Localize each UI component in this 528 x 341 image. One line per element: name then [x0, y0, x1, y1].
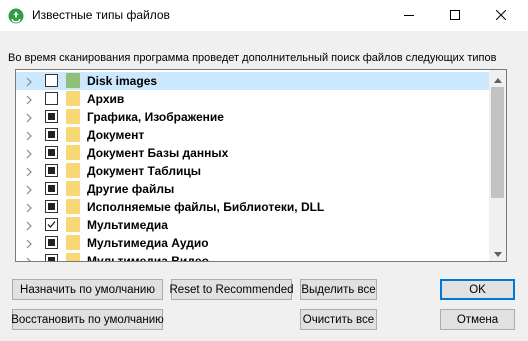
partial-check-indicator — [48, 131, 55, 138]
file-type-row[interactable]: Документ Таблицы — [16, 162, 489, 180]
expand-chevron-icon[interactable] — [24, 148, 34, 159]
file-type-row[interactable]: Мультимедиа Аудио — [16, 234, 489, 252]
folder-icon — [66, 73, 80, 88]
file-types-list[interactable]: Disk images Архив Графика, Изображение Доку… — [15, 69, 507, 262]
folder-icon — [66, 217, 80, 232]
expand-chevron-icon[interactable] — [24, 94, 34, 105]
folder-icon — [66, 253, 80, 261]
folder-icon — [66, 109, 80, 124]
expand-chevron-icon[interactable] — [24, 166, 34, 177]
file-type-label: Исполняемые файлы, Библиотеки, DLL — [87, 200, 325, 214]
file-type-checkbox[interactable] — [45, 164, 58, 177]
file-type-checkbox[interactable] — [45, 218, 58, 231]
scroll-down-icon — [493, 246, 502, 260]
file-type-checkbox[interactable] — [45, 236, 58, 249]
title-bar: Известные типы файлов — [0, 0, 528, 31]
expand-chevron-icon[interactable] — [24, 112, 34, 123]
file-type-label: Документ Таблицы — [87, 164, 201, 178]
recycle-icon — [8, 8, 24, 24]
file-type-label: Графика, Изображение — [87, 110, 224, 124]
maximize-icon — [450, 9, 460, 23]
partial-check-indicator — [48, 113, 55, 120]
file-type-checkbox[interactable] — [45, 200, 58, 213]
reset-recommended-button[interactable]: Reset to Recommended — [170, 279, 294, 300]
file-type-label: Мультимедиа Видео — [87, 254, 209, 262]
ok-button[interactable]: OK — [440, 279, 515, 300]
scroll-up-icon — [493, 72, 502, 86]
file-type-checkbox[interactable] — [45, 182, 58, 195]
file-type-row[interactable]: Исполняемые файлы, Библиотеки, DLL — [16, 198, 489, 216]
file-type-row[interactable]: Документ — [16, 126, 489, 144]
file-type-row[interactable]: Архив — [16, 90, 489, 108]
expand-chevron-icon[interactable] — [24, 130, 34, 141]
file-type-row[interactable]: Мультимедиа Видео — [16, 252, 489, 262]
file-type-checkbox[interactable] — [45, 92, 58, 105]
file-type-checkbox[interactable] — [45, 128, 58, 141]
folder-icon — [66, 91, 80, 106]
file-type-label: Мультимедиа Аудио — [87, 236, 209, 250]
folder-icon — [66, 127, 80, 142]
file-type-row[interactable]: Другие файлы — [16, 180, 489, 198]
scroll-thumb[interactable] — [491, 87, 504, 198]
expand-chevron-icon[interactable] — [24, 220, 34, 231]
file-type-checkbox[interactable] — [45, 110, 58, 123]
file-type-row[interactable]: Disk images — [16, 72, 489, 90]
expand-chevron-icon[interactable] — [24, 202, 34, 213]
partial-check-indicator — [48, 239, 55, 246]
partial-check-indicator — [48, 167, 55, 174]
file-type-checkbox[interactable] — [45, 254, 58, 261]
restore-default-button[interactable]: Восстановить по умолчанию — [11, 309, 164, 330]
file-type-label: Другие файлы — [87, 182, 175, 196]
partial-check-indicator — [48, 149, 55, 156]
partial-check-indicator — [48, 185, 55, 192]
minimize-button[interactable] — [386, 0, 432, 31]
folder-icon — [66, 199, 80, 214]
file-type-label: Архив — [87, 92, 125, 106]
select-all-button[interactable]: Выделить все — [300, 279, 377, 300]
folder-icon — [66, 145, 80, 160]
expand-chevron-icon[interactable] — [24, 76, 34, 87]
file-type-label: Документ Базы данных — [87, 146, 229, 160]
file-type-label: Мультимедиа — [87, 218, 168, 232]
expand-chevron-icon[interactable] — [24, 184, 34, 195]
window-title: Известные типы файлов — [32, 8, 170, 22]
folder-icon — [66, 181, 80, 196]
description-label: Во время сканирования программа проведет… — [8, 52, 497, 64]
file-type-row[interactable]: Мультимедиа — [16, 216, 489, 234]
expand-chevron-icon[interactable] — [24, 256, 34, 261]
file-type-label: Disk images — [87, 74, 158, 88]
file-type-checkbox[interactable] — [45, 74, 58, 87]
checkmark-icon — [46, 219, 57, 230]
file-type-checkbox[interactable] — [45, 146, 58, 159]
scroll-up-button[interactable] — [489, 70, 506, 87]
set-default-button[interactable]: Назначить по умолчанию — [12, 279, 163, 300]
close-icon — [495, 9, 507, 23]
folder-icon — [66, 163, 80, 178]
file-type-label: Документ — [87, 128, 145, 142]
close-button[interactable] — [478, 0, 524, 31]
partial-check-indicator — [48, 203, 55, 210]
cancel-button[interactable]: Отмена — [440, 309, 515, 330]
partial-check-indicator — [48, 257, 55, 261]
minimize-icon — [404, 9, 414, 23]
folder-icon — [66, 235, 80, 250]
clear-all-button[interactable]: Очистить все — [300, 309, 377, 330]
file-type-row[interactable]: Графика, Изображение — [16, 108, 489, 126]
expand-chevron-icon[interactable] — [24, 238, 34, 249]
vertical-scrollbar[interactable] — [489, 70, 506, 261]
maximize-button[interactable] — [432, 0, 478, 31]
scroll-down-button[interactable] — [489, 244, 506, 261]
file-type-row[interactable]: Документ Базы данных — [16, 144, 489, 162]
